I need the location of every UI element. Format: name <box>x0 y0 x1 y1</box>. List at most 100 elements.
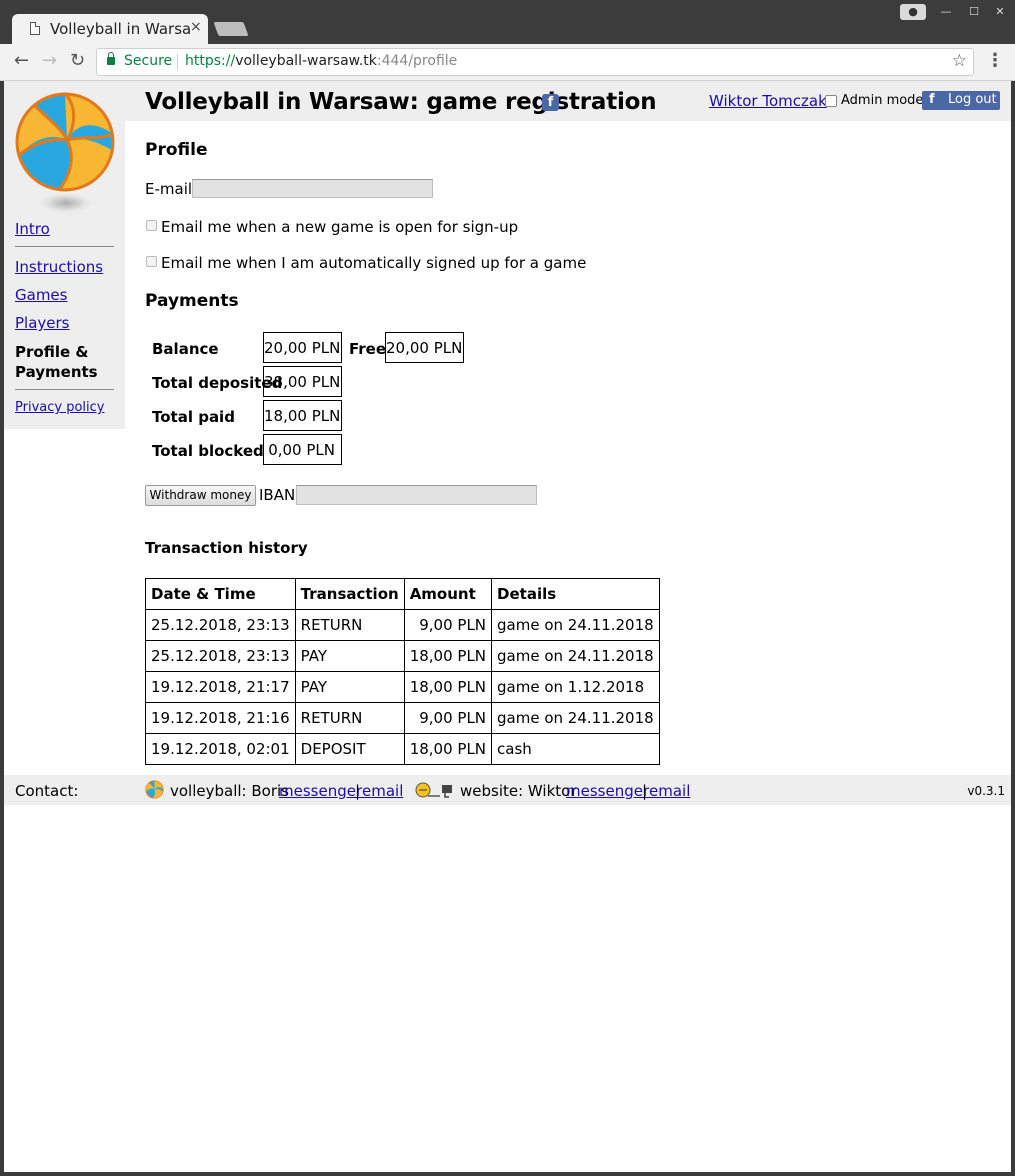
cell-amount: 18,00 PLN <box>403 671 493 703</box>
page-icon <box>30 22 40 35</box>
total-blocked-value: 0,00 PLN <box>263 434 342 465</box>
logout-label: Log out <box>948 92 997 107</box>
iban-field[interactable] <box>296 485 537 505</box>
sidebar-item-privacy[interactable]: Privacy policy <box>15 400 104 415</box>
version-label: v0.3.1 <box>967 784 1005 798</box>
column-header-transaction: Transaction <box>294 578 405 610</box>
tab-close-icon[interactable]: × <box>190 19 202 35</box>
cell-transaction: DEPOSIT <box>294 733 405 765</box>
volleyball-contact-text: volleyball: Boris <box>170 782 289 800</box>
cell-details: cash <box>491 733 660 765</box>
tab-title: Volleyball in Warsaw: game registration <box>50 20 190 38</box>
cell-details: game on 1.12.2018 <box>491 671 660 703</box>
column-header-amount: Amount <box>403 578 493 610</box>
browser-toolbar: ← → ↻ Secure https://volleyball-warsaw.t… <box>0 44 1015 81</box>
cell-transaction: RETURN <box>294 609 405 641</box>
payments-heading: Payments <box>145 291 239 311</box>
link-separator: | <box>355 782 361 800</box>
profile-heading: Profile <box>145 140 208 160</box>
total-deposited-value: 38,00 PLN <box>263 366 342 397</box>
total-blocked-label: Total blocked <box>152 442 264 460</box>
reload-icon[interactable]: ↻ <box>70 50 85 71</box>
iban-label: IBAN <box>259 486 296 504</box>
wiktor-email-link[interactable]: email <box>649 782 690 800</box>
user-name-link[interactable]: Wiktor Tomczak <box>709 92 827 110</box>
developer-icon <box>415 782 452 798</box>
notify-auto-signup-checkbox[interactable] <box>146 256 157 267</box>
free-label: Free <box>349 340 387 358</box>
logout-button[interactable]: f Log out <box>922 91 1000 110</box>
cell-amount: 18,00 PLN <box>403 733 493 765</box>
cell-date: 19.12.2018, 21:16 <box>145 702 296 734</box>
facebook-icon[interactable]: f <box>542 94 559 111</box>
sidebar-item-instructions[interactable]: Instructions <box>15 258 103 276</box>
total-paid-label: Total paid <box>152 408 235 426</box>
cell-amount: 18,00 PLN <box>403 640 493 672</box>
website-contact-text: website: Wiktor <box>460 782 577 800</box>
withdraw-money-button[interactable]: Withdraw money <box>145 485 256 506</box>
boris-messenger-link[interactable]: messenger <box>279 782 362 800</box>
browser-titlebar: Volleyball in Warsaw: game registration … <box>0 0 1015 44</box>
sidebar-current-line1: Profile & <box>15 343 89 361</box>
browser-tab[interactable]: Volleyball in Warsaw: game registration … <box>12 14 208 44</box>
sidebar-item-profile-payments: Profile & Payments <box>15 342 98 382</box>
profile-icon[interactable]: ● <box>900 4 926 20</box>
facebook-icon: f <box>929 92 935 107</box>
sidebar-item-games[interactable]: Games <box>15 286 67 304</box>
volleyball-icon <box>145 780 164 799</box>
forward-arrow-icon[interactable]: → <box>42 50 57 71</box>
url-path: :444/profile <box>376 53 458 69</box>
cell-details: game on 24.11.2018 <box>491 640 660 672</box>
transaction-table: Date & Time Transaction Amount Details 2… <box>145 578 660 765</box>
secure-label: Secure <box>124 53 173 69</box>
boris-email-link[interactable]: email <box>362 782 403 800</box>
maximize-icon[interactable]: ☐ <box>962 4 986 20</box>
bookmark-star-icon[interactable]: ☆ <box>952 51 967 71</box>
cell-date: 25.12.2018, 23:13 <box>145 640 296 672</box>
page-title: Volleyball in Warsaw: game registration <box>145 89 657 115</box>
sidebar-current-line2: Payments <box>15 363 98 381</box>
cell-transaction: PAY <box>294 640 405 672</box>
notify-new-game-label: Email me when a new game is open for sig… <box>161 218 519 236</box>
new-tab-button[interactable] <box>213 22 249 36</box>
notify-auto-signup-label: Email me when I am automatically signed … <box>161 254 587 272</box>
transaction-history-heading: Transaction history <box>145 539 308 557</box>
cell-amount: 9,00 PLN <box>403 702 493 734</box>
address-bar[interactable]: Secure https://volleyball-warsaw.tk:444/… <box>96 48 974 76</box>
sidebar-item-players[interactable]: Players <box>15 314 70 332</box>
cell-amount: 9,00 PLN <box>403 609 493 641</box>
balance-label: Balance <box>152 340 219 358</box>
minimize-icon[interactable]: — <box>934 4 958 20</box>
back-arrow-icon[interactable]: ← <box>14 50 29 71</box>
table-header-row: Date & Time Transaction Amount Details <box>145 578 660 610</box>
sidebar-divider <box>15 246 114 247</box>
url-scheme: https:// <box>185 53 236 69</box>
admin-mode-label: Admin mode <box>841 93 924 108</box>
browser-menu-icon[interactable]: ⋮ <box>986 50 1004 71</box>
contact-label: Contact: <box>15 782 79 800</box>
table-row: 25.12.2018, 23:13 PAY 18,00 PLN game on … <box>145 640 660 672</box>
sidebar-divider <box>15 389 114 390</box>
cell-date: 25.12.2018, 23:13 <box>145 609 296 641</box>
cell-transaction: PAY <box>294 671 405 703</box>
sidebar-item-intro[interactable]: Intro <box>15 220 50 238</box>
column-header-details: Details <box>491 578 660 610</box>
cell-details: game on 24.11.2018 <box>491 702 660 734</box>
email-label: E-mail <box>145 180 193 198</box>
close-window-icon[interactable]: ✕ <box>988 4 1012 20</box>
link-separator: | <box>642 782 648 800</box>
footer: Contact: volleyball: Boris messenger | e… <box>4 775 1011 805</box>
notify-new-game-checkbox[interactable] <box>146 220 157 231</box>
url-host: volleyball-warsaw.tk <box>235 53 377 69</box>
cell-date: 19.12.2018, 02:01 <box>145 733 296 765</box>
url-text: https://volleyball-warsaw.tk:444/profile <box>185 53 457 69</box>
wiktor-messenger-link[interactable]: messenger <box>566 782 649 800</box>
email-field[interactable] <box>192 179 433 198</box>
admin-mode-checkbox[interactable] <box>825 95 837 107</box>
table-row: 19.12.2018, 02:01 DEPOSIT 18,00 PLN cash <box>145 733 660 765</box>
total-paid-value: 18,00 PLN <box>263 400 342 431</box>
sidebar: Intro Instructions Games Players Profile… <box>4 81 125 429</box>
page-viewport: Intro Instructions Games Players Profile… <box>4 81 1011 1172</box>
address-separator <box>177 54 178 70</box>
volleyball-logo <box>15 92 115 192</box>
